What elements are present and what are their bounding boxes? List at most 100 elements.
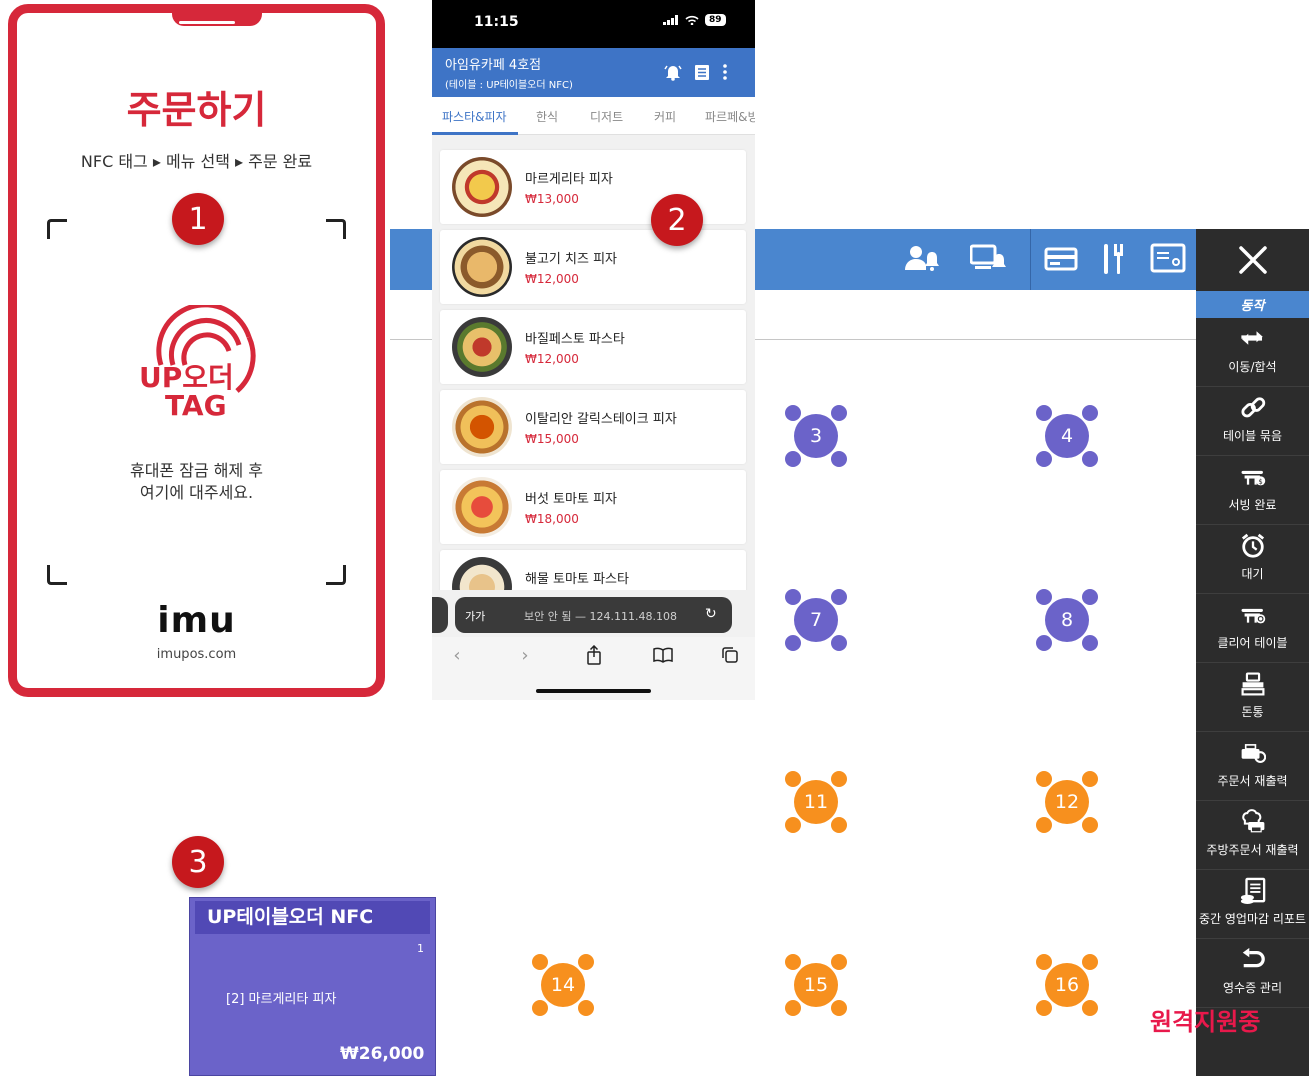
tab-coffee[interactable]: 커피 [654, 108, 676, 125]
back-icon[interactable]: ‹ [442, 643, 472, 667]
table-number: 3 [794, 414, 838, 458]
reader-options[interactable]: 가가 [465, 608, 485, 624]
action-order-reprint[interactable]: 주문서 재출력 [1196, 732, 1309, 801]
table-3[interactable]: 3 [785, 405, 847, 467]
tab-pasta-pizza[interactable]: 파스타&피자 [442, 108, 507, 125]
step-badge-3: 3 [172, 836, 224, 888]
action-cash-drawer[interactable]: 돈통 [1196, 663, 1309, 732]
settings-panel-icon[interactable] [1148, 239, 1188, 279]
scan-corner [47, 219, 67, 239]
table-number: 15 [794, 963, 838, 1007]
reload-icon[interactable]: ↻ [705, 606, 717, 622]
table-12[interactable]: 12 [1036, 771, 1098, 833]
action-serving-done[interactable]: $ 서빙 완료 [1196, 456, 1309, 525]
table-14[interactable]: 14 [532, 954, 594, 1016]
ticket-total: ₩26,000 [340, 1044, 425, 1064]
app-header: 아임유카페 4호점 (테이블 : UP테이블오더 NFC) [432, 48, 755, 97]
table-number: 7 [794, 598, 838, 642]
menu-item-name: 불고기 치즈 피자 [525, 252, 617, 267]
logo-text-2: TAG [165, 389, 227, 417]
menu-item[interactable]: 버섯 토마토 피자 ₩18,000 [440, 470, 746, 544]
table-label: (테이블 : UP테이블오더 NFC) [445, 80, 573, 91]
category-tabs: 파스타&피자 한식 디저트 커피 파르페&빙 [432, 97, 755, 135]
close-button[interactable] [1196, 229, 1309, 291]
table-15[interactable]: 15 [785, 954, 847, 1016]
order-ticket[interactable]: UP테이블오더 NFC 1 [2] 마르게리타 피자 ₩26,000 [189, 897, 436, 1076]
brand-site: imupos.com [156, 647, 237, 662]
table-4[interactable]: 4 [1036, 405, 1098, 467]
status-bar: 11:15 89 [432, 0, 755, 48]
tab-dessert[interactable]: 디저트 [590, 108, 623, 125]
menu-item-price: ₩15,000 [525, 432, 579, 446]
table-number: 12 [1045, 780, 1089, 824]
card-payment-icon[interactable] [1041, 239, 1081, 279]
table-number: 8 [1045, 598, 1089, 642]
action-table-group[interactable]: 테이블 묶음 [1196, 387, 1309, 456]
menu-item-price: ₩12,000 [525, 272, 579, 286]
menu-item[interactable]: 바질페스토 파스타 ₩12,000 [440, 310, 746, 384]
scan-corner [47, 565, 67, 585]
reprint-icon [1240, 740, 1266, 766]
section-label: 동작 [1196, 291, 1309, 318]
receipt-icon [1240, 947, 1266, 973]
clear-table-icon [1240, 602, 1266, 628]
ticket-line-item: [2] 마르게리타 피자 [226, 992, 337, 1007]
action-clear-table[interactable]: 클리어 테이블 [1196, 594, 1309, 663]
share-icon[interactable] [579, 643, 609, 667]
home-indicator [536, 689, 651, 693]
scan-corner [326, 219, 346, 239]
scan-corner [326, 565, 346, 585]
staff-call-icon[interactable] [902, 239, 942, 279]
url-text[interactable]: 보안 안 됨 — 124.111.48.108 [524, 608, 677, 624]
alarm-icon [1240, 533, 1266, 559]
menu-item[interactable]: 이탈리안 갈릭스테이크 피자 ₩15,000 [440, 390, 746, 464]
browser-address-bar[interactable]: 가가 보안 안 됨 — 124.111.48.108 ↻ [455, 597, 732, 633]
action-receipt-management[interactable]: 영수증 관리 [1196, 939, 1309, 1008]
remote-alert-icon[interactable] [968, 239, 1008, 279]
table-8[interactable]: 8 [1036, 589, 1098, 651]
menu-item-name: 버섯 토마토 피자 [525, 492, 617, 507]
action-interim-report[interactable]: 중간 영업마감 리포트 [1196, 870, 1309, 939]
food-image [452, 317, 512, 377]
wifi-icon [685, 15, 699, 25]
close-icon [1238, 246, 1267, 274]
link-icon [1240, 395, 1266, 421]
browser-toolbar: ‹ › [432, 637, 755, 700]
action-kitchen-reprint[interactable]: 주방주문서 재출력 [1196, 801, 1309, 870]
order-list-icon[interactable] [694, 64, 710, 85]
table-number: 11 [794, 780, 838, 824]
table-11[interactable]: 11 [785, 771, 847, 833]
table-number: 16 [1045, 963, 1089, 1007]
instruction-line-2: 여기에 대주세요. [139, 483, 254, 502]
status-time: 11:15 [474, 14, 519, 30]
more-icon[interactable] [722, 64, 728, 84]
nfc-tag-card: 주문하기 NFC 태그 ▸ 메뉴 선택 ▸ 주문 완료 UP오더 TAG 휴대폰… [8, 4, 385, 697]
battery-indicator: 89 [705, 14, 726, 26]
bookmarks-icon[interactable] [648, 643, 678, 667]
food-image [452, 477, 512, 537]
tabs-icon[interactable] [715, 643, 745, 667]
action-move-merge[interactable]: 이동/합석 [1196, 318, 1309, 387]
menu-item[interactable]: 불고기 치즈 피자 ₩12,000 [440, 230, 746, 304]
cutlery-icon[interactable] [1093, 239, 1133, 279]
table-number: 4 [1045, 414, 1089, 458]
tab-parfait[interactable]: 파르페&빙 [705, 108, 755, 125]
action-side-panel: 동작 이동/합석 테이블 묶음 $ 서빙 완료 대기 클리어 테이블 돈통 주문… [1196, 229, 1309, 1076]
table-16[interactable]: 16 [1036, 954, 1098, 1016]
browser-tab-stub[interactable] [432, 597, 448, 633]
ticket-header: UP테이블오더 NFC [195, 901, 430, 934]
status-icons: 89 [663, 14, 726, 26]
swap-icon [1240, 326, 1266, 352]
card-notch-line [179, 21, 235, 24]
card-instruction: 휴대폰 잠금 해제 후 여기에 대주세요. [17, 460, 376, 504]
step-badge-2: 2 [651, 194, 703, 246]
action-wait[interactable]: 대기 [1196, 525, 1309, 594]
active-tab-indicator [432, 132, 518, 135]
remote-support-watermark: 원격지원중 [1150, 1007, 1261, 1036]
table-number: 14 [541, 963, 585, 1007]
imu-logo: imu [157, 600, 236, 641]
table-7[interactable]: 7 [785, 589, 847, 651]
bell-icon[interactable] [664, 63, 682, 85]
tab-korean[interactable]: 한식 [536, 108, 558, 125]
forward-icon[interactable]: › [510, 643, 540, 667]
